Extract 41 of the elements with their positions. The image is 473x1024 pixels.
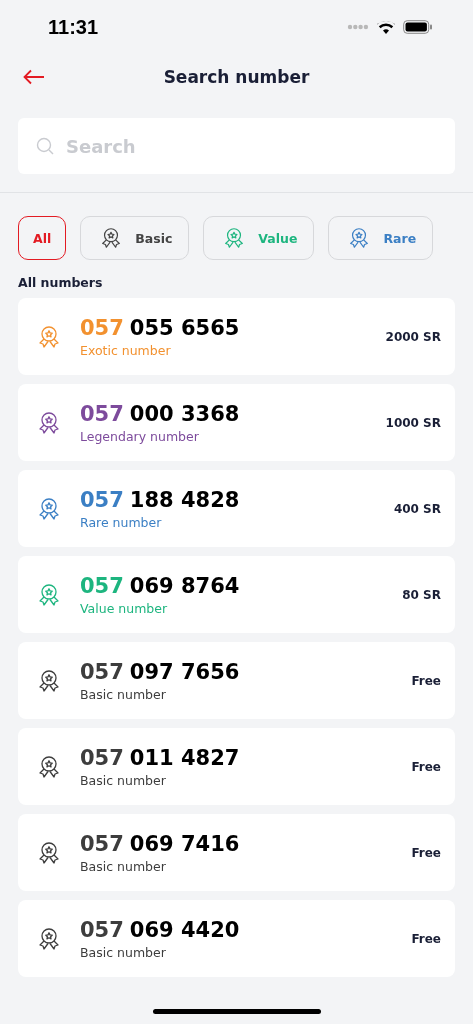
- filter-chip[interactable]: Rare: [328, 216, 434, 260]
- phone-number: 057 069 8764: [80, 573, 241, 599]
- number-card[interactable]: 057 069 7416 Basic number Free: [18, 814, 455, 891]
- price: 400 SR: [393, 501, 441, 516]
- number-card[interactable]: 057 055 6565 Exotic number 2000 SR: [18, 298, 455, 375]
- price: 1000 SR: [385, 415, 441, 430]
- phone-number: 057 069 7416: [80, 831, 241, 857]
- tier-label: Basic number: [80, 687, 167, 702]
- search-icon: [36, 137, 54, 155]
- price: 2000 SR: [385, 329, 441, 344]
- status-time: 11:31: [48, 15, 99, 39]
- signal-icon: [347, 24, 369, 30]
- tier-label: Legendary number: [80, 429, 200, 444]
- phone-number: 057 188 4828: [80, 487, 241, 513]
- tier-label: Rare number: [80, 515, 163, 530]
- filter-chip[interactable]: Basic: [80, 216, 190, 260]
- phone-number: 057 055 6565: [80, 315, 241, 341]
- filter-chip[interactable]: All: [18, 216, 67, 260]
- tier-label: Exotic number: [80, 343, 172, 358]
- tier-label: Basic number: [80, 945, 167, 960]
- number-card[interactable]: 057 000 3368 Legendary number 1000 SR: [18, 384, 455, 461]
- section-title: All numbers: [17, 274, 104, 292]
- battery-icon: [403, 20, 433, 34]
- number-card[interactable]: 057 097 7656 Basic number Free: [18, 642, 455, 719]
- phone-number: 057 069 4420: [80, 917, 241, 943]
- page-title: Search number: [163, 67, 310, 87]
- phone-number: 057 011 4827: [80, 745, 241, 771]
- price: Free: [411, 759, 441, 774]
- price: Free: [411, 931, 441, 946]
- number-card[interactable]: 057 011 4827 Basic number Free: [18, 728, 455, 805]
- number-card[interactable]: 057 188 4828 Rare number 400 SR: [18, 470, 455, 547]
- price: Free: [411, 673, 441, 688]
- number-card[interactable]: 057 069 8764 Value number 80 SR: [18, 556, 455, 633]
- price: 80 SR: [402, 587, 441, 602]
- tier-label: Value number: [80, 601, 169, 616]
- phone-number: 057 000 3368: [80, 401, 241, 427]
- price: Free: [411, 845, 441, 860]
- phone-number: 057 097 7656: [80, 659, 241, 685]
- tier-label: Basic number: [80, 773, 167, 788]
- tier-label: Basic number: [80, 859, 167, 874]
- number-card[interactable]: 057 069 4420 Basic number Free: [18, 900, 455, 977]
